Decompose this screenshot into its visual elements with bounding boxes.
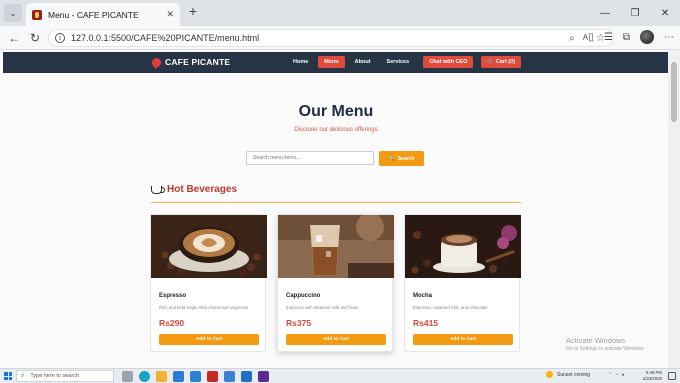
close-window-button[interactable]: ✕ [650, 0, 680, 26]
cart-button[interactable]: 🛒 Cart (0) [481, 56, 522, 68]
page-title: Our Menu [298, 103, 374, 120]
taskbar-apps [122, 371, 269, 382]
coffee-cup-icon [151, 185, 165, 194]
nav-services[interactable]: Services [381, 56, 416, 68]
cafe-favicon-icon [32, 9, 42, 20]
back-arrow-icon[interactable]: ← [6, 30, 22, 46]
site-info-icon[interactable]: i [55, 33, 65, 43]
chili-pepper-icon [150, 55, 163, 69]
more-options-icon[interactable]: ⋯ [664, 32, 674, 43]
tab-title: Menu - CAFE PICANTE [48, 9, 139, 20]
taskbar-search[interactable]: ⌕ Type here to search [16, 370, 114, 382]
watermark-line-1: Activate Windows [566, 336, 626, 345]
volume-icon[interactable]: ◂ [621, 372, 624, 378]
search-icon: ⌕ [21, 372, 25, 379]
item-price: Rs290 [159, 318, 185, 328]
windows-start-icon[interactable] [4, 372, 12, 380]
item-description: Rich and bold single shot of premium esp… [159, 305, 249, 310]
section-divider [151, 202, 521, 203]
item-price: Rs375 [286, 318, 312, 328]
activate-windows-watermark: Activate Windows Go to Settings to activ… [566, 336, 645, 352]
nav-menu[interactable]: Menu [318, 56, 345, 68]
edge-icon[interactable] [139, 371, 150, 382]
watermark-line-2: Go to Settings to activate Windows. [566, 346, 645, 352]
weather-text[interactable]: Sunset coming [557, 372, 590, 378]
mail-icon[interactable] [224, 371, 235, 382]
menu-item-card: Mocha Espresso, steamed milk, and chocol… [404, 214, 521, 352]
item-description: Espresso with steamed milk and foam [286, 305, 359, 310]
zoom-icon[interactable]: ⌕ [569, 33, 575, 44]
url-text[interactable]: 127.0.0.1:5500/CAFE%20PICANTE/menu.html [71, 33, 569, 43]
browser-tab-strip: ⌄ Menu - CAFE PICANTE ✕ + — ❐ ✕ [0, 0, 680, 26]
chat-with-ceo-button[interactable]: Chat with CEO [423, 56, 474, 68]
nav-about[interactable]: About [349, 56, 377, 68]
restore-button[interactable]: ❐ [620, 0, 650, 26]
search-button[interactable]: 🔍 Search [379, 151, 424, 166]
section-header: Hot Beverages [151, 184, 237, 195]
search-button-label: Search [397, 155, 415, 162]
espresso-image [151, 215, 267, 278]
item-price: Rs415 [413, 318, 439, 328]
split-screen-icon[interactable]: ▯ [588, 32, 594, 43]
logo-text: CAFE PICANTE [165, 57, 231, 67]
cart-icon: 🛒 [487, 59, 495, 65]
add-to-cart-button[interactable]: Add to Cart [159, 334, 259, 345]
system-tray: Sunset coming ⌃ ◔ ◂ [546, 371, 624, 378]
store-icon[interactable] [173, 371, 184, 382]
scrollbar-thumb[interactable] [671, 62, 677, 122]
url-field[interactable]: i 127.0.0.1:5500/CAFE%20PICANTE/menu.htm… [48, 29, 614, 47]
file-explorer-icon[interactable] [156, 371, 167, 382]
menu-items-grid: Espresso Rich and bold single shot of pr… [150, 214, 521, 352]
terminal-icon[interactable] [258, 371, 269, 382]
favorites-icon[interactable]: ☰ [604, 32, 613, 43]
mocha-image [405, 215, 521, 278]
page-scrollbar[interactable] [668, 50, 680, 368]
menu-item-card: Cappuccino Espresso with steamed milk an… [277, 214, 394, 352]
taskbar-clock[interactable]: 5:48 PM 2/23/2026 [643, 370, 662, 382]
cappuccino-image [278, 215, 394, 278]
new-tab-button[interactable]: + [185, 4, 201, 20]
chevron-down-icon: ⌄ [9, 8, 17, 18]
page-subtitle: Discover our delicious offerings [294, 127, 378, 133]
nav-links: Home Menu About Services Chat with CEO 🛒… [287, 56, 522, 68]
weather-sun-icon[interactable] [546, 371, 553, 378]
add-to-cart-button[interactable]: Add to Cart [413, 334, 513, 345]
close-tab-icon[interactable]: ✕ [166, 9, 174, 20]
chevron-up-icon[interactable]: ⌃ [608, 372, 612, 378]
window-controls: — ❐ ✕ [590, 0, 680, 26]
item-name: Espresso [159, 293, 187, 299]
section-title: Hot Beverages [167, 184, 238, 195]
site-navbar: CAFE PICANTE Home Menu About Services Ch… [3, 52, 668, 73]
page-viewport: CAFE PICANTE Home Menu About Services Ch… [0, 50, 680, 368]
site-logo[interactable]: CAFE PICANTE [150, 55, 231, 69]
item-description: Espresso, steamed milk, and chocolate [413, 305, 488, 310]
vscode-active-icon[interactable] [241, 371, 252, 382]
notification-icon[interactable] [668, 372, 676, 380]
windows-taskbar: ⌕ Type here to search Sunset coming ⌃ ◔ … [0, 368, 680, 383]
menu-search-input[interactable] [246, 151, 374, 165]
profile-avatar[interactable] [640, 30, 654, 44]
refresh-icon[interactable]: ↻ [27, 30, 43, 46]
add-to-cart-button[interactable]: Add to Cart [286, 334, 386, 345]
nav-home[interactable]: Home [287, 56, 314, 68]
app-icon[interactable] [207, 371, 218, 382]
network-icon[interactable]: ◔ [615, 372, 618, 378]
menu-item-card: Espresso Rich and bold single shot of pr… [150, 214, 267, 352]
item-name: Cappuccino [286, 293, 321, 299]
tab-actions-button[interactable]: ⌄ [4, 4, 22, 22]
cart-label: Cart (0) [495, 59, 516, 65]
read-aloud-icon[interactable]: A [583, 33, 588, 44]
collections-icon[interactable]: ⧉ [623, 32, 630, 43]
vscode-icon[interactable] [190, 371, 201, 382]
browser-tab[interactable]: Menu - CAFE PICANTE ✕ [26, 3, 180, 26]
address-bar-row: ← ↻ i 127.0.0.1:5500/CAFE%20PICANTE/menu… [0, 26, 680, 50]
search-icon: 🔍 [388, 155, 395, 162]
minimize-button[interactable]: — [590, 0, 620, 26]
taskbar-search-text: Type here to search [30, 373, 79, 379]
item-name: Mocha [413, 293, 433, 299]
task-view-icon[interactable] [122, 371, 133, 382]
clock-date: 2/23/2026 [642, 376, 662, 381]
